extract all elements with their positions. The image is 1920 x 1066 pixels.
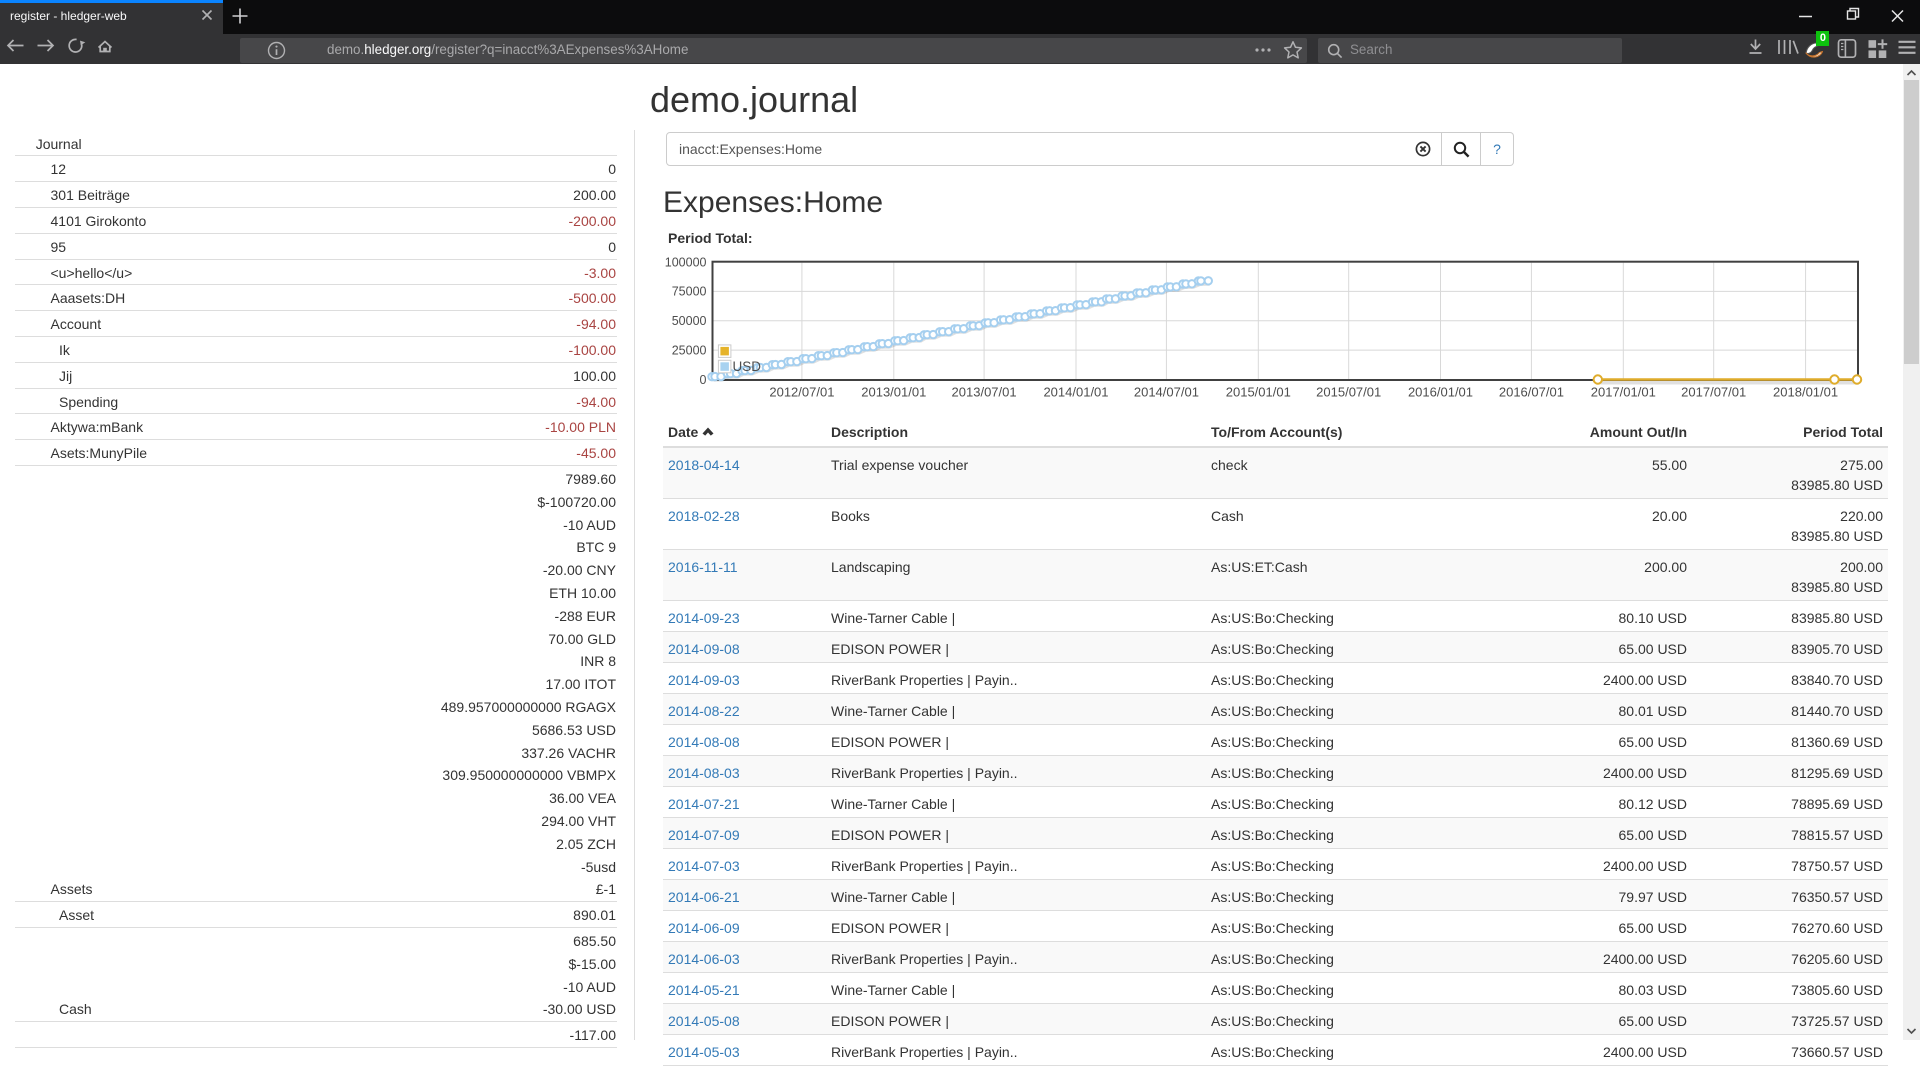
svg-text:25000: 25000 — [672, 343, 707, 357]
svg-text:2012/07/01: 2012/07/01 — [769, 385, 834, 400]
svg-text:75000: 75000 — [672, 285, 707, 299]
svg-text:USD: USD — [733, 359, 762, 374]
svg-text:2014/07/01: 2014/07/01 — [1134, 385, 1199, 400]
svg-text:2016/01/01: 2016/01/01 — [1408, 385, 1473, 400]
svg-text:2015/01/01: 2015/01/01 — [1226, 385, 1291, 400]
svg-text:2013/01/01: 2013/01/01 — [861, 385, 926, 400]
svg-text:0: 0 — [700, 373, 707, 387]
svg-text:2018/01/01: 2018/01/01 — [1773, 385, 1838, 400]
svg-text:2017/01/01: 2017/01/01 — [1591, 385, 1656, 400]
svg-text:2013/07/01: 2013/07/01 — [952, 385, 1017, 400]
svg-text:2016/07/01: 2016/07/01 — [1499, 385, 1564, 400]
svg-text:50000: 50000 — [672, 314, 707, 328]
svg-text:2017/07/01: 2017/07/01 — [1681, 385, 1746, 400]
svg-text:100000: 100000 — [665, 255, 707, 269]
svg-text:2015/07/01: 2015/07/01 — [1316, 385, 1381, 400]
svg-text:2014/01/01: 2014/01/01 — [1043, 385, 1108, 400]
